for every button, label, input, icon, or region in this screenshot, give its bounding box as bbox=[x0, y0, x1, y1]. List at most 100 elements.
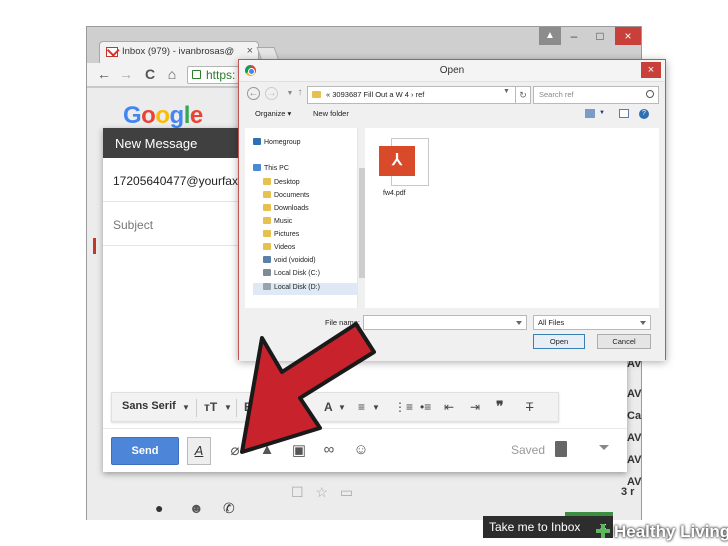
nav-item-desktop[interactable]: Desktop bbox=[263, 178, 300, 186]
nav-item-label: Homegroup bbox=[264, 139, 301, 146]
file-list: ⅄ fw4.pdf bbox=[365, 128, 659, 308]
indent-more-icon[interactable]: ⇥ bbox=[470, 400, 480, 414]
file-name-label[interactable]: fw4.pdf bbox=[383, 190, 406, 197]
browser-tab-inbox[interactable]: Inbox (979) - ivanbrosas@ × bbox=[99, 41, 259, 63]
chevron-down-icon[interactable]: ▼ bbox=[503, 88, 510, 95]
nav-item-pictures[interactable]: Pictures bbox=[263, 230, 299, 238]
phone-icon[interactable]: ✆ bbox=[223, 500, 235, 517]
file-name-input[interactable] bbox=[363, 315, 527, 330]
insert-photo-icon[interactable]: ▣ bbox=[289, 441, 309, 459]
google-logo-letter: o bbox=[155, 102, 170, 129]
google-drive-icon[interactable]: ▲ bbox=[257, 441, 277, 458]
open-button[interactable]: Open bbox=[533, 334, 585, 349]
open-file-dialog: Open × ← → ▼ ↑ « 3093687 Fill Out a W 4 … bbox=[238, 59, 666, 361]
organize-button[interactable]: Organize ▾ bbox=[255, 109, 291, 118]
google-logo-letter: G bbox=[123, 102, 142, 129]
chevron-down-icon[interactable]: ▼ bbox=[182, 403, 190, 412]
close-window-button[interactable]: × bbox=[615, 27, 641, 45]
gmail-icon bbox=[106, 47, 118, 57]
discard-draft-icon[interactable] bbox=[555, 441, 567, 457]
tab-close-icon[interactable]: × bbox=[247, 45, 253, 57]
nav-item-documents[interactable]: Documents bbox=[263, 191, 309, 199]
health-cross-icon bbox=[596, 524, 610, 538]
bold-icon[interactable]: B bbox=[244, 400, 253, 414]
insert-link-icon[interactable]: ∞ bbox=[319, 441, 339, 458]
reload-icon[interactable]: C bbox=[141, 66, 159, 82]
text-size-icon[interactable]: тT bbox=[204, 400, 217, 414]
inbox-fragment: AV bbox=[627, 388, 642, 400]
nav-item-local-disk-c[interactable]: Local Disk (C:) bbox=[263, 269, 320, 277]
pdf-file-item[interactable]: ⅄ bbox=[379, 138, 429, 188]
formatting-options-button[interactable]: A bbox=[187, 437, 211, 465]
user-icon[interactable]: ▲ bbox=[539, 27, 561, 45]
pdf-icon: ⅄ bbox=[379, 146, 415, 176]
help-icon[interactable]: ? bbox=[639, 109, 649, 119]
nav-item-videos[interactable]: Videos bbox=[263, 243, 295, 251]
forward-icon[interactable]: → bbox=[117, 66, 135, 82]
folder-icon bbox=[263, 256, 271, 263]
forward-icon[interactable]: → bbox=[265, 87, 278, 100]
bulleted-list-icon[interactable]: •≡ bbox=[420, 400, 431, 414]
nav-item-local-disk-d[interactable]: Local Disk (D:) bbox=[263, 283, 320, 291]
chevron-down-icon[interactable]: ▼ bbox=[599, 110, 605, 116]
up-icon[interactable]: ↑ bbox=[293, 87, 307, 98]
nav-item-music[interactable]: Music bbox=[263, 217, 292, 225]
hangouts-icon[interactable]: ☻ bbox=[189, 500, 204, 516]
folder-icon bbox=[263, 178, 271, 185]
take-me-to-inbox-banner[interactable]: Take me to Inbox × bbox=[483, 516, 613, 538]
chevron-down-icon[interactable]: ▼ bbox=[338, 403, 346, 412]
contacts-icon[interactable]: ● bbox=[155, 500, 163, 516]
important-icon[interactable]: ▭ bbox=[340, 484, 353, 500]
file-name-label: File name: bbox=[325, 318, 361, 327]
file-type-select[interactable]: All Files bbox=[533, 315, 651, 330]
back-icon[interactable]: ← bbox=[95, 66, 113, 82]
send-button[interactable]: Send bbox=[111, 437, 179, 465]
nav-item-this-pc[interactable]: This PC bbox=[253, 164, 289, 172]
dialog-command-bar: Organize ▾ New folder ▼ ? bbox=[245, 108, 659, 122]
refresh-icon[interactable]: ↻ bbox=[515, 86, 531, 104]
back-icon[interactable]: ← bbox=[247, 87, 260, 100]
dialog-close-button[interactable]: × bbox=[641, 62, 661, 78]
scrollbar[interactable] bbox=[357, 128, 365, 308]
text-color-icon[interactable]: A bbox=[324, 400, 333, 414]
nav-item-downloads[interactable]: Downloads bbox=[263, 204, 309, 212]
chevron-down-icon[interactable]: ▼ bbox=[224, 403, 232, 412]
indent-less-icon[interactable]: ⇤ bbox=[444, 400, 454, 414]
view-options-icon[interactable] bbox=[585, 109, 595, 118]
star-icon[interactable]: ☆ bbox=[315, 484, 328, 500]
numbered-list-icon[interactable]: ⋮≡ bbox=[394, 400, 413, 414]
dialog-footer: File name: All Files Open Cancel bbox=[239, 310, 665, 361]
tab-title: Inbox (979) - ivanbrosas@ bbox=[122, 46, 235, 57]
inbox-row-icons: ☐ ☆ ▭ bbox=[291, 484, 353, 501]
chevron-down-icon[interactable]: ▼ bbox=[372, 403, 380, 412]
folder-icon bbox=[263, 230, 271, 237]
insert-emoji-icon[interactable]: ☺ bbox=[351, 441, 371, 458]
folder-icon bbox=[253, 164, 261, 171]
inbox-fragment: AV bbox=[627, 432, 642, 444]
quote-icon[interactable]: ❞ bbox=[496, 398, 504, 415]
google-logo-letter: g bbox=[169, 102, 185, 129]
nav-item-homegroup[interactable]: Homegroup bbox=[253, 138, 301, 146]
folder-icon bbox=[312, 91, 321, 98]
checkbox-icon[interactable]: ☐ bbox=[291, 484, 304, 500]
more-options-icon[interactable] bbox=[599, 445, 609, 450]
preview-pane-icon[interactable] bbox=[619, 109, 629, 118]
new-folder-button[interactable]: New folder bbox=[313, 109, 349, 118]
watermark: Healthy Living bbox=[596, 522, 728, 542]
google-logo-letter: o bbox=[141, 102, 156, 129]
font-select[interactable]: Sans Serif bbox=[122, 400, 176, 412]
nav-item-label: Local Disk (D:) bbox=[274, 284, 320, 291]
cancel-button[interactable]: Cancel bbox=[597, 334, 651, 349]
dialog-address-bar[interactable]: « 3093687 Fill Out a W 4 › ref bbox=[307, 86, 517, 104]
browser-titlebar: Inbox (979) - ivanbrosas@ × ▲ – □ × bbox=[87, 27, 641, 63]
remove-formatting-icon[interactable]: T bbox=[526, 400, 533, 414]
maximize-button[interactable]: □ bbox=[585, 27, 615, 45]
home-icon[interactable]: ⌂ bbox=[163, 66, 181, 82]
dialog-title: Open bbox=[439, 65, 465, 76]
navigation-pane: Homegroup This PC Desktop Documents Download… bbox=[245, 128, 365, 308]
attach-files-icon[interactable]: ⌀ bbox=[225, 441, 245, 459]
nav-item-label: Downloads bbox=[274, 205, 309, 212]
align-icon[interactable]: ≡ bbox=[358, 400, 365, 414]
nav-item-void-voidoid[interactable]: void (voidoid) bbox=[263, 256, 316, 264]
dialog-search-input[interactable]: Search ref bbox=[533, 86, 659, 104]
